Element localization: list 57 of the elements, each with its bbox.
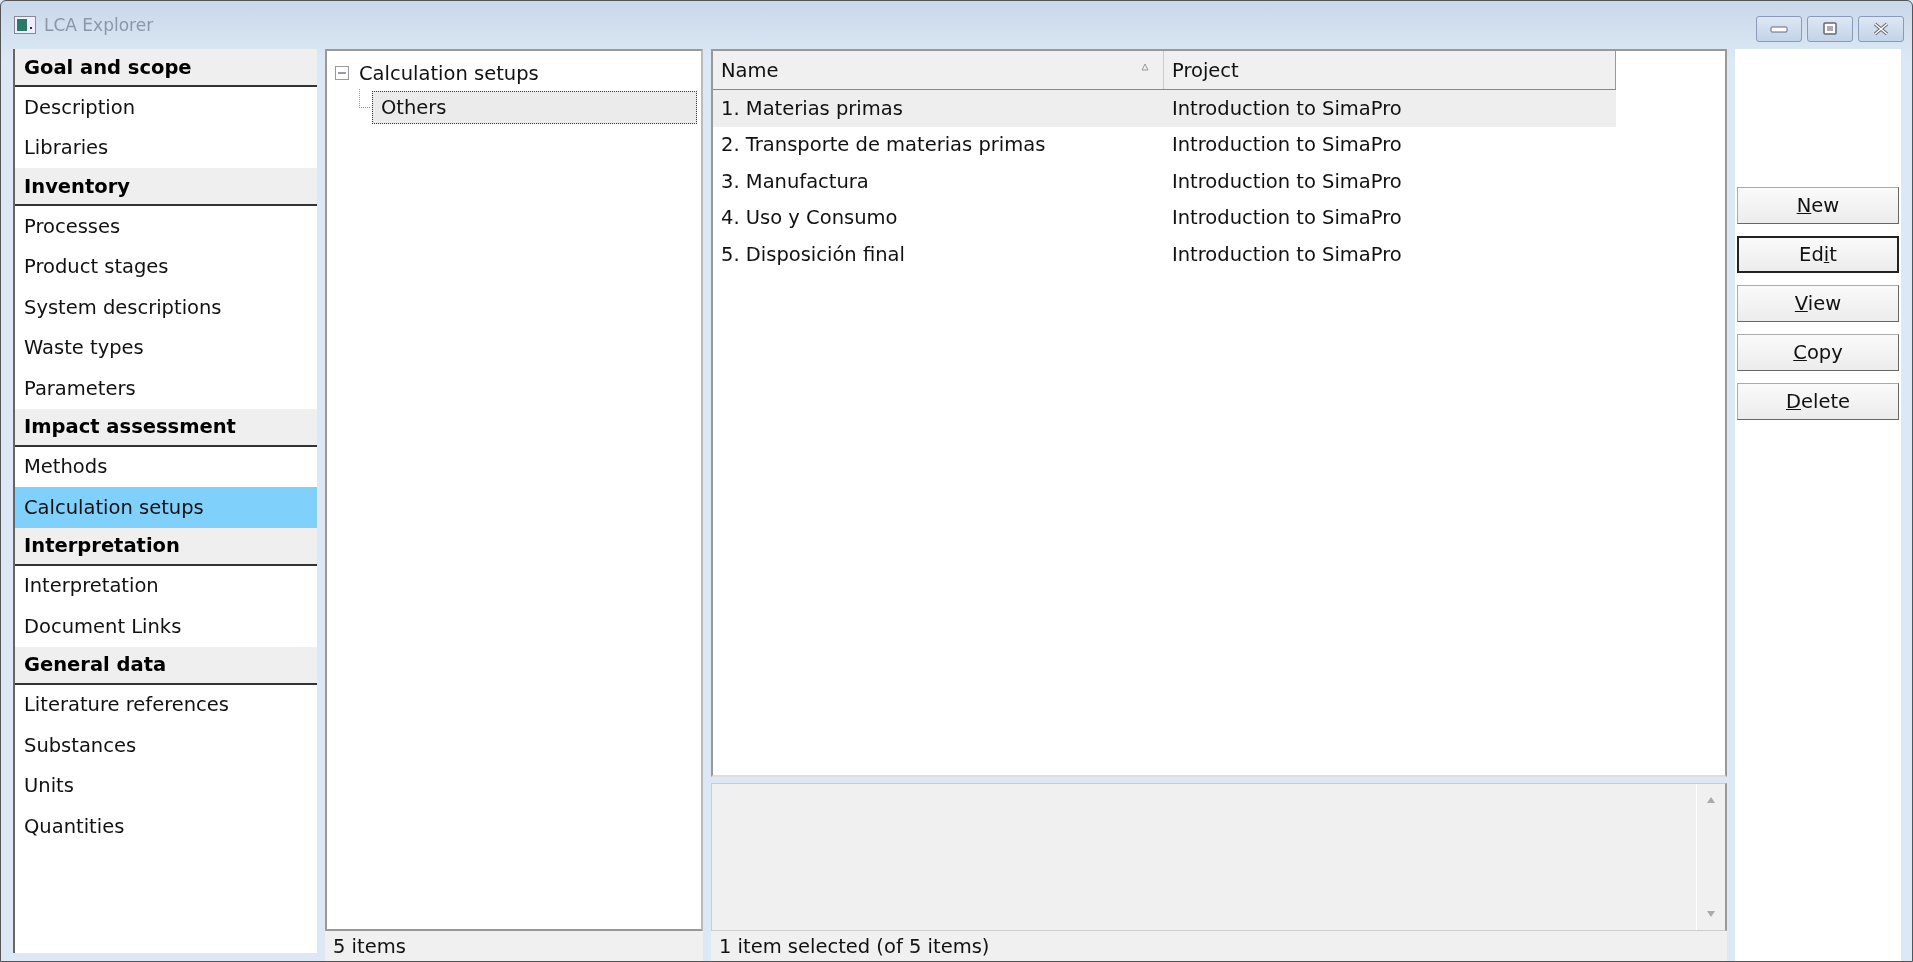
sidebar-item[interactable]: Libraries <box>15 127 317 168</box>
window-title: LCA Explorer <box>44 15 154 35</box>
table-cell-text: Introduction to SimaPro <box>1171 206 1402 230</box>
scroll-down-icon[interactable] <box>1706 910 1716 918</box>
close-icon <box>1871 22 1891 36</box>
table-row[interactable]: 4. Uso y Consumo Introduction to SimaPro <box>713 199 1616 236</box>
collapse-icon[interactable] <box>335 66 349 80</box>
maximize-icon <box>1820 22 1840 36</box>
sidebar-section-header: Inventory <box>15 168 317 206</box>
table-cell-text: 5. Disposición final <box>720 242 906 266</box>
status-text: 5 items <box>325 931 703 961</box>
sidebar-item[interactable]: Processes <box>15 206 317 247</box>
table-cell-text: Introduction to SimaPro <box>1171 169 1402 193</box>
table-cell-text: 3. Manufactura <box>720 169 870 193</box>
table-row[interactable]: 1. Materias primas Introduction to SimaPro <box>713 90 1616 127</box>
maximize-button[interactable] <box>1807 16 1853 42</box>
action-button[interactable]: Copy <box>1737 334 1899 371</box>
table-cell-text: Introduction to SimaPro <box>1171 133 1402 157</box>
column-header[interactable]: Project <box>1164 51 1616 89</box>
sidebar-item[interactable]: System descriptions <box>15 287 317 328</box>
table-cell-text: 4. Uso y Consumo <box>720 206 899 230</box>
sidebar-section-header: Impact assessment <box>15 408 317 447</box>
close-button[interactable] <box>1858 16 1904 42</box>
table-cell-text: 1. Materias primas <box>720 96 904 120</box>
table-row[interactable]: 3. Manufactura Introduction to SimaPro <box>713 163 1616 200</box>
sidebar-item[interactable]: Literature references <box>15 684 317 725</box>
sidebar-item[interactable]: Units <box>15 765 317 806</box>
sidebar-item[interactable]: Interpretation <box>15 565 317 606</box>
table-row[interactable]: 5. Disposición final Introduction to SimaPro <box>713 236 1616 273</box>
sidebar-item[interactable]: Calculation setups <box>15 487 317 528</box>
sidebar-item[interactable]: Parameters <box>15 368 317 409</box>
scroll-up-icon[interactable] <box>1706 796 1716 804</box>
column-header[interactable]: Name <box>713 51 1164 89</box>
tree-item[interactable]: Others <box>372 90 697 124</box>
sidebar-item[interactable]: Description <box>15 87 317 128</box>
app-icon <box>14 16 36 34</box>
minimize-icon <box>1769 24 1789 34</box>
action-button[interactable]: Edit <box>1737 236 1899 273</box>
sidebar-item[interactable]: Product stages <box>15 246 317 287</box>
tree-item[interactable]: Calculation setups <box>359 61 539 85</box>
action-button[interactable]: Delete <box>1737 383 1899 420</box>
sidebar-item[interactable]: Document Links <box>15 606 317 647</box>
sidebar-item[interactable]: Methods <box>15 446 317 487</box>
sidebar-section-header: Goal and scope <box>15 49 317 87</box>
table-cell-text: 2. Transporte de materias primas <box>720 133 1047 157</box>
sidebar-section-header: Interpretation <box>15 527 317 566</box>
status-text: 1 item selected (of 5 items) <box>711 931 1727 961</box>
action-button[interactable]: New <box>1737 187 1899 224</box>
sidebar-section-header: General data <box>15 646 317 685</box>
sidebar-item[interactable]: Quantities <box>15 806 317 847</box>
table-row[interactable]: 2. Transporte de materias primas Introduction to SimaPro <box>713 126 1616 163</box>
table-cell-text: Introduction to SimaPro <box>1171 242 1402 266</box>
minimize-button[interactable] <box>1756 16 1802 42</box>
action-button[interactable]: View <box>1737 285 1899 322</box>
sidebar-item[interactable]: Waste types <box>15 327 317 368</box>
sidebar-item[interactable]: Substances <box>15 725 317 766</box>
table-cell-text: Introduction to SimaPro <box>1171 96 1402 120</box>
